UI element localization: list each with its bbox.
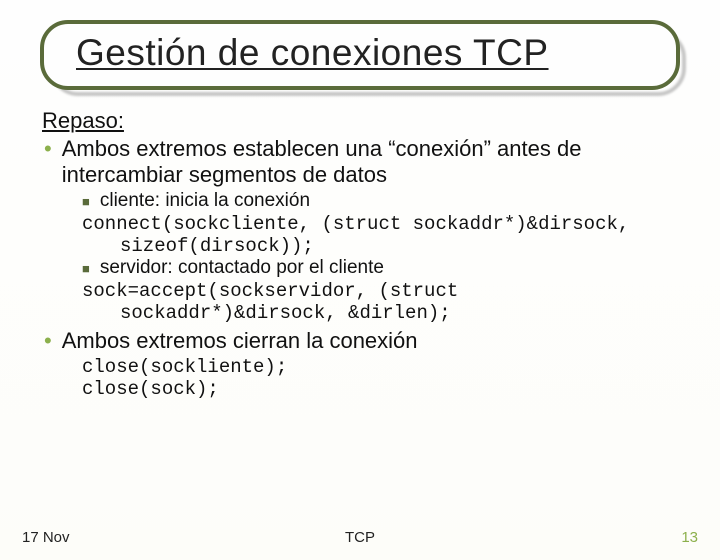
slide-title-frame: Gestión de conexiones TCP (40, 20, 680, 90)
bullet-text: Ambos extremos establecen una “conexión”… (62, 136, 678, 188)
bullet-dot-icon: • (44, 136, 52, 188)
code-line: sockaddr*)&dirsock, &dirlen); (82, 302, 678, 324)
slide-content: Repaso: • Ambos extremos establecen una … (0, 108, 720, 400)
bullet-text: servidor: contactado por el cliente (100, 257, 678, 280)
footer-topic: TCP (345, 529, 375, 546)
code-line: sizeof(dirsock)); (82, 235, 678, 257)
bullet-dot-icon: • (44, 328, 52, 354)
footer-page-number: 13 (681, 529, 698, 546)
sub-block: close(sockliente); close(sock); (82, 356, 678, 400)
bullet-text: Ambos extremos cierran la conexión (62, 328, 678, 354)
code-line: close(sockliente); (82, 356, 678, 378)
code-line: close(sock); (82, 378, 678, 400)
sub-block: ■ cliente: inicia la conexión connect(so… (82, 190, 678, 324)
bullet-text: cliente: inicia la conexión (100, 190, 678, 213)
slide-footer: 17 Nov TCP 13 (0, 529, 720, 546)
slide-title: Gestión de conexiones TCP (76, 32, 644, 74)
code-line: sock=accept(sockservidor, (struct (82, 280, 678, 302)
bullet-square-icon: ■ (82, 257, 90, 280)
bullet-level2: ■ cliente: inicia la conexión (82, 190, 678, 213)
footer-date: 17 Nov (22, 529, 70, 546)
section-heading: Repaso: (42, 108, 678, 134)
code-line: connect(sockcliente, (struct sockaddr*)&… (82, 213, 678, 235)
bullet-level1: • Ambos extremos establecen una “conexió… (44, 136, 678, 188)
title-box: Gestión de conexiones TCP (40, 20, 680, 90)
bullet-level1: • Ambos extremos cierran la conexión (44, 328, 678, 354)
bullet-level2: ■ servidor: contactado por el cliente (82, 257, 678, 280)
bullet-square-icon: ■ (82, 190, 90, 213)
